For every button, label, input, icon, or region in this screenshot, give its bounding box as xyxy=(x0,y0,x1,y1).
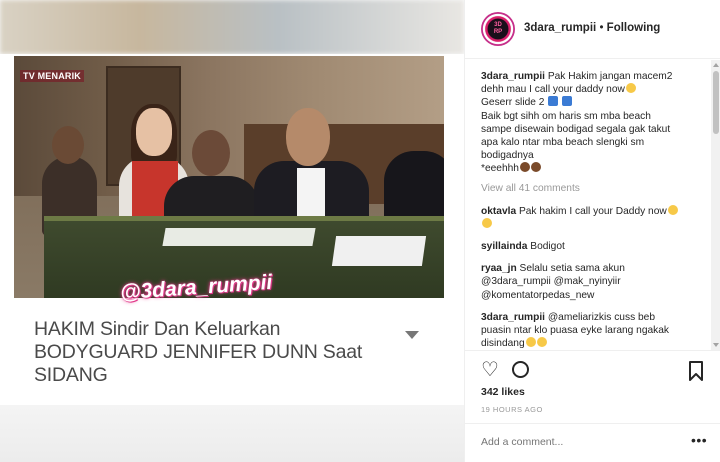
monkey-emoji-icon xyxy=(530,162,541,173)
caption-line: SIDANG xyxy=(34,364,108,386)
monkey-emoji-icon xyxy=(519,162,530,173)
comment-text[interactable]: @komentatorpedas_new xyxy=(481,289,705,302)
post-caption: 3dara_rumpii Pak Hakim jangan macem2 deh… xyxy=(481,70,705,176)
comment-text: Bodigot xyxy=(530,241,565,253)
caption-text: Baik bgt sihh om haris sm mba beach xyxy=(481,110,651,122)
scroll-down-arrow-icon[interactable] xyxy=(713,343,719,347)
scroll-up-arrow-icon[interactable] xyxy=(713,63,719,67)
arrow-emoji-icon xyxy=(562,96,573,107)
video-still: TV MENARIK xyxy=(14,56,444,298)
laughing-emoji-icon xyxy=(482,217,492,228)
header-separator: • xyxy=(599,22,604,34)
comment-item: oktavla Pak hakim I call your Daddy now xyxy=(481,204,705,231)
laughing-emoji-icon xyxy=(525,337,536,348)
post-sidebar: 3D RP 3dara_rumpii • Following 3dara_rump… xyxy=(464,0,720,462)
laughing-emoji-icon xyxy=(667,204,678,215)
comment-text: disindang xyxy=(481,338,525,350)
post-timestamp: 19 HOURS AGO xyxy=(481,405,543,414)
add-comment-bar: ••• xyxy=(465,423,720,462)
caption-text: Geserr slide 2 xyxy=(481,97,545,109)
comment-username[interactable]: ryaa_jn xyxy=(481,263,517,274)
header-username[interactable]: 3dara_rumpii xyxy=(524,22,596,34)
post-header: 3D RP 3dara_rumpii • Following xyxy=(465,0,720,59)
caption-text: apa kalo ntar mba beach slengki sm xyxy=(481,137,645,149)
comment-input[interactable] xyxy=(481,436,671,448)
person-judge-left-head xyxy=(192,130,230,176)
comments-list[interactable]: 3dara_rumpii Pak Hakim jangan macem2 deh… xyxy=(465,60,711,350)
bookmark-svg xyxy=(689,361,703,381)
person-defendant-head xyxy=(136,108,172,156)
comment-text: Pak hakim I call your Daddy now xyxy=(518,205,667,217)
desk-papers-right xyxy=(331,236,427,266)
comment-username[interactable]: oktavla xyxy=(481,206,516,217)
action-bar: ♡ xyxy=(465,350,720,382)
comment-text: @ameliarizkis cuss beb xyxy=(547,311,655,323)
comment-item: ryaa_jn Selalu setia sama akun @3dara_ru… xyxy=(481,262,705,302)
bookmark-icon[interactable] xyxy=(685,360,707,382)
tv-channel-logo: TV MENARIK xyxy=(20,70,84,82)
person-judge-center-bib xyxy=(297,168,325,223)
comment-username[interactable]: 3dara_rumpii xyxy=(481,312,545,323)
comment-text[interactable]: @3dara_rumpii @mak_nyinyiir xyxy=(481,275,705,288)
likes-count[interactable]: 342 likes xyxy=(481,386,525,398)
caption-text: dehh mau I call your daddy now xyxy=(481,84,625,96)
comment-text: puasin ntar klo puasa eyke larang ngakak xyxy=(481,325,670,337)
arrow-emoji-icon xyxy=(548,96,559,107)
caption-author[interactable]: 3dara_rumpii xyxy=(481,71,545,82)
avatar-mark: 3D RP xyxy=(493,22,503,35)
scroll-thumb[interactable] xyxy=(713,71,719,134)
desk-papers xyxy=(162,228,316,246)
caption-text: Pak Hakim jangan macem2 xyxy=(547,71,673,82)
caption-text: bodigadnya xyxy=(481,150,534,162)
view-all-comments-link[interactable]: View all 41 comments xyxy=(481,183,711,194)
video-caption: HAKIM Sindir Dan Keluarkan BODYGUARD JEN… xyxy=(34,318,414,387)
more-options-icon[interactable]: ••• xyxy=(691,432,707,448)
comment-item: 3dara_rumpii @ameliarizkis cuss beb puas… xyxy=(481,311,705,350)
comments-scrollbar[interactable] xyxy=(711,60,720,350)
smirk-emoji-icon xyxy=(625,83,636,94)
caption-line: HAKIM Sindir Dan Keluarkan xyxy=(34,318,281,340)
media-background-top xyxy=(0,0,464,54)
caption-text: *eeehhh xyxy=(481,163,519,175)
post-media[interactable]: TV MENARIK @3dara_rumpii HAKIM Sindir Da… xyxy=(0,0,464,462)
chevron-down-icon[interactable] xyxy=(405,331,419,339)
media-background-bottom xyxy=(0,405,464,462)
caption-text: sampe disewain bodigad segala gak takut xyxy=(481,123,671,135)
comment-text: Selalu setia sama akun xyxy=(519,263,625,275)
caption-line: BODYGUARD JENNIFER DUNN Saat xyxy=(34,341,363,363)
header-user: 3dara_rumpii • Following xyxy=(524,22,660,34)
following-button[interactable]: Following xyxy=(607,22,661,34)
person-judge-center-head xyxy=(286,108,330,166)
person-left-head xyxy=(52,126,84,164)
laughing-emoji-icon xyxy=(536,337,547,348)
comment-username[interactable]: syillainda xyxy=(481,241,527,252)
comment-item: syillainda Bodigot xyxy=(481,240,705,253)
comment-bubble-shape xyxy=(512,361,529,378)
comment-icon[interactable] xyxy=(511,360,533,382)
heart-icon[interactable]: ♡ xyxy=(481,360,503,382)
avatar[interactable]: 3D RP xyxy=(481,12,515,46)
